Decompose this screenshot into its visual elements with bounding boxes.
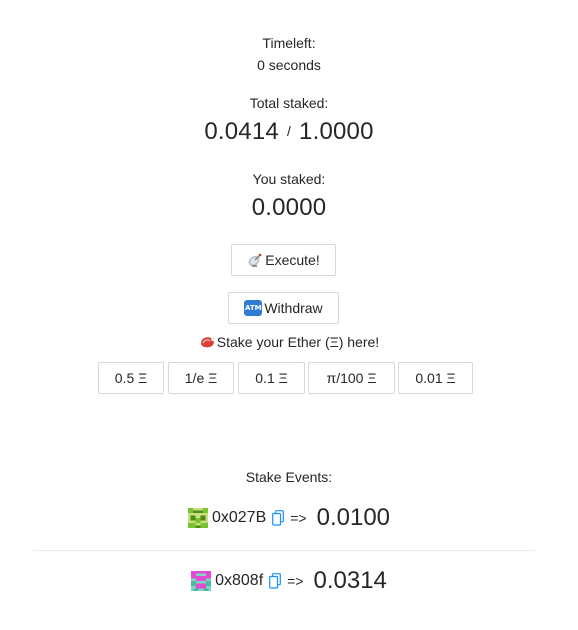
timeleft-label: Timeleft:: [262, 35, 316, 51]
blockie-avatar-icon: [187, 508, 208, 528]
you-staked-value: 0.0000: [251, 194, 327, 221]
stake-0-01-button[interactable]: 0.01 Ξ: [398, 362, 473, 394]
copy-icon[interactable]: [272, 510, 285, 526]
execute-button[interactable]: Execute!: [231, 244, 336, 276]
stake-prompt-text: Stake your Ether (Ξ) here!: [216, 334, 380, 350]
stake-1-over-e-button[interactable]: 1/e Ξ: [168, 362, 234, 394]
stake-0-5-button[interactable]: 0.5 Ξ: [98, 362, 164, 394]
blockie-avatar-icon: [191, 571, 212, 591]
meat-icon: [199, 335, 216, 349]
event-amount: 0.0100: [316, 504, 391, 531]
event-address: 0x808f: [215, 572, 264, 589]
satellite-icon: [247, 252, 263, 268]
timeleft-value: 0 seconds: [257, 57, 321, 73]
copy-icon[interactable]: [269, 573, 282, 589]
total-staked-threshold: 1.0000: [299, 118, 374, 145]
app-page: Timeleft: 0 seconds Total staked: 0.0414…: [0, 0, 578, 630]
withdraw-button[interactable]: ATM Withdraw: [228, 292, 339, 324]
event-amount: 0.0314: [313, 567, 387, 594]
stake-event-row: 0x027B => 0.0100: [0, 503, 578, 533]
stake-amount-buttons: 0.5 Ξ 1/e Ξ 0.1 Ξ π/100 Ξ 0.01 Ξ: [0, 362, 578, 394]
event-arrow: =>: [290, 510, 307, 526]
stake-pi-over-100-button[interactable]: π/100 Ξ: [308, 362, 395, 394]
withdraw-label: Withdraw: [264, 300, 323, 316]
you-staked-label: You staked:: [252, 171, 326, 187]
stake-0-1-button[interactable]: 0.1 Ξ: [238, 362, 305, 394]
execute-label: Execute!: [265, 252, 320, 268]
atm-icon: ATM: [244, 300, 263, 316]
event-arrow: =>: [287, 573, 304, 589]
stake-prompt: Stake your Ether (Ξ) here!: [0, 334, 578, 350]
stake-events-title: Stake Events:: [245, 469, 333, 485]
event-address: 0x027B: [211, 509, 267, 526]
total-staked-label: Total staked:: [249, 95, 329, 111]
event-divider: [33, 550, 535, 551]
total-staked-current: 0.0414: [204, 118, 279, 145]
total-staked-values: 0.0414 / 1.0000: [0, 118, 578, 146]
total-staked-separator: /: [286, 123, 292, 139]
stake-event-row: 0x808f => 0.0314: [0, 566, 578, 596]
